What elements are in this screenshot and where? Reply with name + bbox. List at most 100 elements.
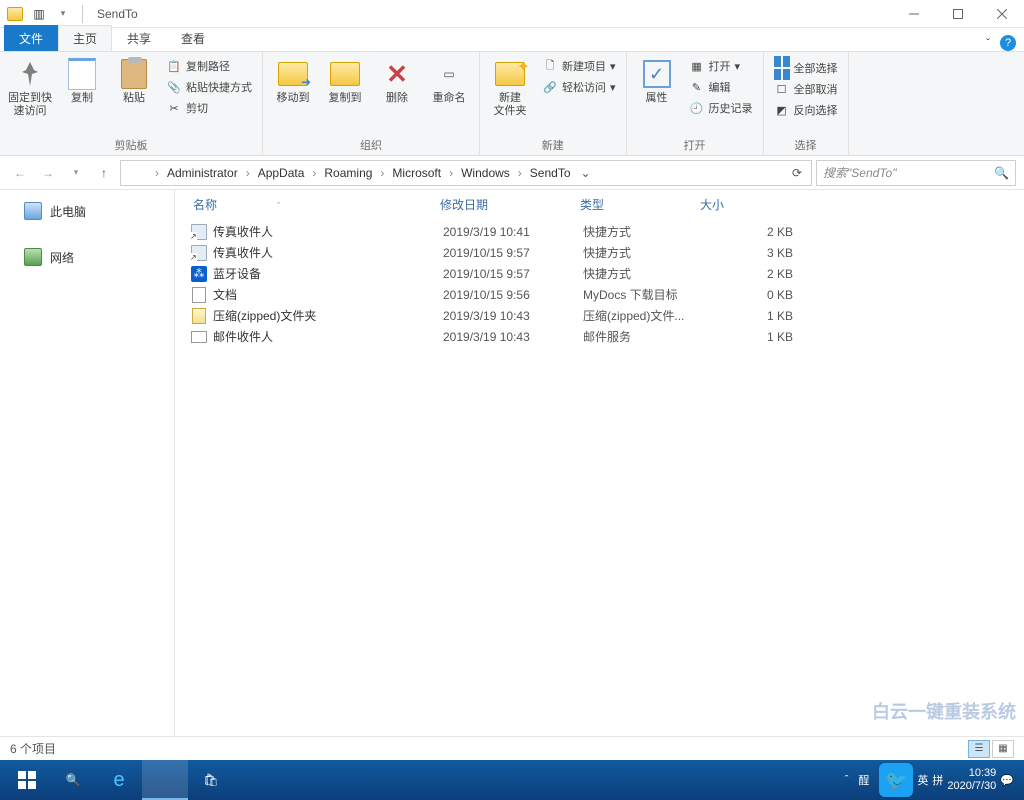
tab-home[interactable]: 主页: [58, 25, 112, 51]
file-date: 2019/10/15 9:57: [443, 267, 583, 281]
copy-button[interactable]: 复制: [58, 54, 106, 105]
qat-properties-icon[interactable]: ▥: [28, 3, 50, 25]
group-clipboard-label: 剪贴板: [6, 135, 256, 155]
delete-button[interactable]: ✕ 删除: [373, 54, 421, 105]
file-area: 名称ˆ 修改日期 类型 大小 传真收件人2019/3/19 10:41快捷方式2…: [175, 190, 1024, 736]
paste-button[interactable]: 粘贴: [110, 54, 158, 105]
group-new-label: 新建: [486, 135, 620, 155]
bc-seg-1[interactable]: AppData: [254, 161, 309, 185]
view-icons-button[interactable]: ▦: [992, 740, 1014, 758]
select-all-button[interactable]: 全部选择: [770, 58, 842, 78]
file-type: 快捷方式: [583, 223, 733, 240]
file-size: 1 KB: [733, 330, 793, 344]
bc-seg-5[interactable]: SendTo: [526, 161, 575, 185]
bc-seg-2[interactable]: Roaming: [320, 161, 376, 185]
copy-path-button[interactable]: 📋复制路径: [162, 56, 256, 76]
maximize-button[interactable]: [936, 0, 980, 28]
bc-seg-4[interactable]: Windows: [457, 161, 514, 185]
search-button[interactable]: 🔍: [50, 760, 96, 800]
new-item-button[interactable]: 🗋新建项目 ▾: [538, 56, 620, 76]
chevron-right-icon[interactable]: ›: [151, 166, 163, 180]
search-icon[interactable]: 🔍: [994, 166, 1009, 180]
qat-dropdown-icon[interactable]: ▾: [52, 3, 74, 25]
copy-to-button[interactable]: 复制到: [321, 54, 369, 105]
window-title: SendTo: [93, 7, 892, 21]
file-icon: [189, 287, 209, 303]
move-to-button[interactable]: ➜ 移动到: [269, 54, 317, 105]
search-input[interactable]: 搜索"SendTo" 🔍: [816, 160, 1016, 186]
properties-button[interactable]: ✓ 属性: [633, 54, 681, 105]
table-row[interactable]: 文档2019/10/15 9:56MyDocs 下载目标0 KB: [185, 284, 1014, 305]
sidebar-this-pc[interactable]: 此电脑: [0, 196, 174, 226]
new-folder-button[interactable]: ✦ 新建 文件夹: [486, 54, 534, 118]
tab-file[interactable]: 文件: [4, 25, 58, 51]
sort-indicator-icon: ˆ: [277, 201, 280, 211]
tab-share[interactable]: 共享: [112, 25, 166, 51]
group-open-label: 打开: [633, 135, 757, 155]
file-size: 1 KB: [733, 309, 793, 323]
twitter-icon[interactable]: 🐦: [879, 763, 913, 797]
file-size: 2 KB: [733, 267, 793, 281]
file-icon: [189, 224, 209, 240]
up-button[interactable]: ↑: [92, 161, 116, 185]
paste-shortcut-button[interactable]: 📎粘贴快捷方式: [162, 77, 256, 97]
file-type: MyDocs 下载目标: [583, 286, 733, 303]
item-count: 6 个项目: [10, 740, 56, 757]
start-button[interactable]: [4, 760, 50, 800]
cut-button[interactable]: ✂剪切: [162, 98, 256, 118]
tab-view[interactable]: 查看: [166, 25, 220, 51]
file-name: 压缩(zipped)文件夹: [213, 307, 443, 324]
invert-selection-button[interactable]: ◩反向选择: [770, 100, 842, 120]
sidebar-network[interactable]: 网络: [0, 242, 174, 272]
table-row[interactable]: ⁂蓝牙设备2019/10/15 9:57快捷方式2 KB: [185, 263, 1014, 284]
file-date: 2019/3/19 10:43: [443, 330, 583, 344]
breadcrumb[interactable]: › Administrator› AppData› Roaming› Micro…: [120, 160, 812, 186]
group-select-label: 选择: [770, 135, 842, 155]
edit-button[interactable]: ✎编辑: [685, 77, 757, 97]
easy-access-button[interactable]: 🔗轻松访问 ▾: [538, 77, 620, 97]
taskbar: 🔍 e 🛍 ˆ 酲 🐦 英 拼 10:39 2020/7/30 💬: [0, 760, 1024, 800]
tray-notifications-icon[interactable]: 💬: [1000, 774, 1014, 787]
tray-input[interactable]: 拼: [932, 772, 943, 788]
minimize-button[interactable]: [892, 0, 936, 28]
navbar: ← → ▾ ↑ › Administrator› AppData› Roamin…: [0, 156, 1024, 190]
tray-ime-icon[interactable]: 酲: [858, 772, 869, 788]
close-button[interactable]: [980, 0, 1024, 28]
taskbar-store[interactable]: 🛍: [188, 760, 234, 800]
back-button[interactable]: ←: [8, 161, 32, 185]
refresh-button[interactable]: ⟳: [785, 166, 809, 180]
ribbon-collapse-icon[interactable]: ˇ: [986, 36, 990, 50]
table-row[interactable]: 传真收件人2019/3/19 10:41快捷方式2 KB: [185, 221, 1014, 242]
file-icon: [189, 308, 209, 324]
file-type: 压缩(zipped)文件...: [583, 307, 733, 324]
select-none-button[interactable]: ☐全部取消: [770, 79, 842, 99]
file-name: 文档: [213, 286, 443, 303]
bc-seg-0[interactable]: Administrator: [163, 161, 242, 185]
breadcrumb-dropdown[interactable]: ⌄: [575, 166, 597, 180]
tray-language[interactable]: 英: [917, 772, 928, 788]
table-row[interactable]: 传真收件人2019/10/15 9:57快捷方式3 KB: [185, 242, 1014, 263]
taskbar-explorer[interactable]: [142, 760, 188, 800]
file-name: 传真收件人: [213, 223, 443, 240]
view-details-button[interactable]: ☰: [968, 740, 990, 758]
file-type: 快捷方式: [583, 244, 733, 261]
forward-button[interactable]: →: [36, 161, 60, 185]
column-headers[interactable]: 名称ˆ 修改日期 类型 大小: [175, 190, 1024, 219]
tray-up-icon[interactable]: ˆ: [845, 774, 849, 786]
pc-icon: [24, 202, 42, 220]
file-date: 2019/3/19 10:43: [443, 309, 583, 323]
open-button[interactable]: ▦打开 ▾: [685, 56, 757, 76]
table-row[interactable]: 压缩(zipped)文件夹2019/3/19 10:43压缩(zipped)文件…: [185, 305, 1014, 326]
table-row[interactable]: 邮件收件人2019/3/19 10:43邮件服务1 KB: [185, 326, 1014, 347]
recent-dropdown[interactable]: ▾: [64, 161, 88, 185]
rename-button[interactable]: ▭ 重命名: [425, 54, 473, 105]
pin-to-quick-access-button[interactable]: 固定到快 速访问: [6, 54, 54, 118]
bc-seg-3[interactable]: Microsoft: [388, 161, 445, 185]
group-organize-label: 组织: [269, 135, 473, 155]
history-button[interactable]: 🕘历史记录: [685, 98, 757, 118]
help-icon[interactable]: ?: [1000, 35, 1016, 51]
folder-icon: [127, 163, 147, 183]
taskbar-edge[interactable]: e: [96, 760, 142, 800]
file-size: 2 KB: [733, 225, 793, 239]
tray-clock[interactable]: 10:39 2020/7/30: [947, 767, 996, 793]
